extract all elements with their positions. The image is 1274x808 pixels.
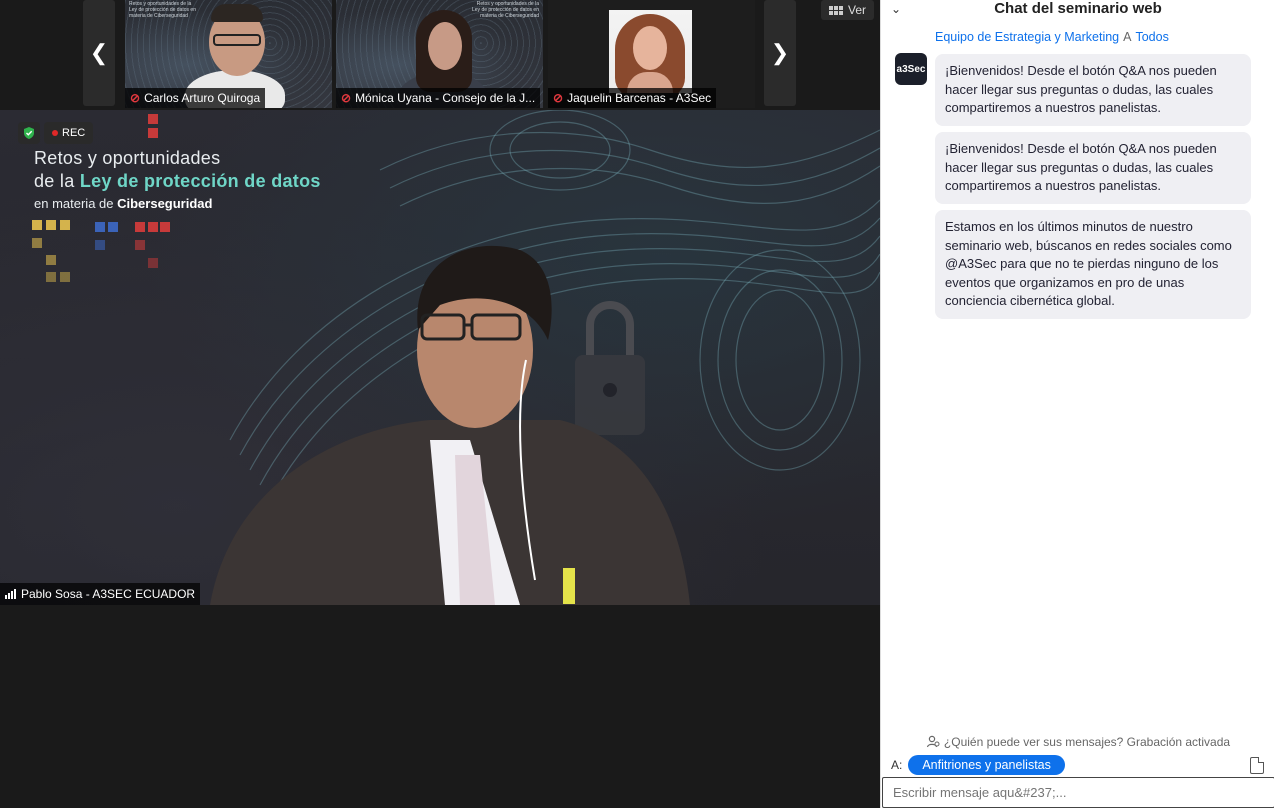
participant-head [428,22,462,70]
visibility-notice-text: ¿Quién puede ver sus mensajes? Grabación… [943,735,1231,749]
video-area: ❮ Retos y oportunidades de la Ley de pro… [0,0,880,808]
recording-label: REC [62,127,86,139]
avatar: a3Sec [895,53,927,85]
chevron-left-icon: ❮ [89,40,109,65]
visibility-notice[interactable]: ¿Quién puede ver sus mensajes? Grabación… [881,733,1274,751]
mic-muted-icon: ⊘ [553,91,564,105]
padlock-graphic [575,301,645,435]
view-button[interactable]: Ver [821,0,875,20]
recipient-all[interactable]: Todos [1135,30,1168,44]
participant-head [633,26,667,70]
chat-message[interactable]: Estamos en los últimos minutos de nuestr… [935,210,1251,319]
message-meta: Equipo de Estrategia y Marketing A Todos [935,30,1169,44]
view-button-label: Ver [848,3,867,17]
thumbnail-strip: ❮ Retos y oportunidades de la Ley de pro… [0,0,880,110]
recording-dot-icon [52,130,58,136]
glasses [213,34,261,46]
person-visibility-icon [926,735,940,748]
chat-message[interactable]: ¡Bienvenidos! Desde el botón Q&A nos pue… [935,132,1251,204]
connection-signal-icon [5,589,16,599]
participant-name: Jaquelin Barcenas - A3Sec [567,91,712,105]
slide-title: Retos y oportunidades de la Ley de prote… [34,148,321,211]
thumbnail-slide-text: Retos y oportunidades de la Ley de prote… [472,1,539,19]
participant-name: Mónica Uyana - Consejo de la J... [355,91,536,105]
recipient-selector[interactable]: Anfitriones y panelistas [908,755,1065,775]
encryption-shield-icon[interactable] [18,122,40,144]
thumbnail-slide-text: Retos y oportunidades de la Ley de prote… [129,1,196,19]
active-speaker-video[interactable]: REC Retos y oportunidades de la Ley de p… [0,110,880,605]
chat-title: Chat del seminario web [994,0,1162,17]
zoom-webinar-window: ❮ Retos y oportunidades de la Ley de pro… [0,0,1274,808]
recipient-row: A: Anfitriones y panelistas [891,754,1065,776]
participant-thumbnail[interactable]: Retos y oportunidades de la Ley de prote… [125,0,332,108]
participant-thumbnail[interactable]: ⊘ Jaquelin Barcenas - A3Sec [548,0,755,108]
gallery-grid-icon [829,5,843,15]
chevron-right-icon: ❯ [770,40,790,65]
participant-name-tag: ⊘ Mónica Uyana - Consejo de la J... [336,88,541,108]
participant-hair [211,4,263,22]
mic-muted-icon: ⊘ [130,91,141,105]
previous-page-button[interactable]: ❮ [83,0,115,106]
chat-message[interactable]: ¡Bienvenidos! Desde el botón Q&A nos pue… [935,54,1251,126]
slide-title-line1: Retos y oportunidades [34,148,221,168]
chat-header: ⌄ Chat del seminario web [881,0,1274,20]
slide-title-line2: de la Ley de protección de datos [34,171,321,191]
sender-name[interactable]: Equipo de Estrategia y Marketing [935,30,1119,44]
to-label: A: [891,758,903,772]
recording-indicator[interactable]: REC [44,122,94,144]
speaker-name-tag: Pablo Sosa - A3SEC ECUADOR [0,583,201,605]
file-share-icon[interactable] [1250,757,1264,774]
participant-name-tag: ⊘ Jaquelin Barcenas - A3Sec [548,88,717,108]
participant-thumbnail[interactable]: Retos y oportunidades de la Ley de prote… [336,0,543,108]
participant-name: Carlos Arturo Quiroga [144,91,261,105]
status-badges: REC [18,122,94,144]
chat-panel: ⌄ Chat del seminario web Equipo de Estra… [880,0,1274,808]
profile-photo [609,10,692,93]
to-word: A [1123,30,1132,44]
mic-muted-icon: ⊘ [341,91,352,105]
message-input[interactable] [882,777,1274,808]
speaker-name: Pablo Sosa - A3SEC ECUADOR [21,587,196,601]
participant-name-tag: ⊘ Carlos Arturo Quiroga [125,88,266,108]
next-page-button[interactable]: ❯ [764,0,796,106]
slide-title-line3: en materia de Ciberseguridad [34,196,213,211]
